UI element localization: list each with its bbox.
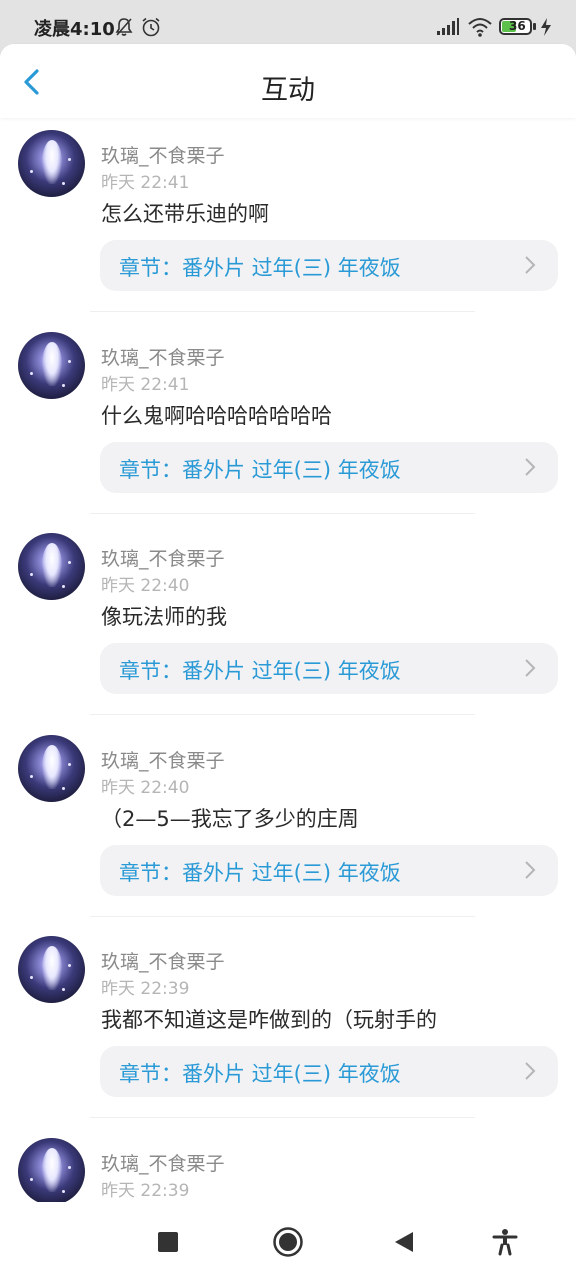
comment-text: 什么鬼啊哈哈哈哈哈哈哈 bbox=[101, 404, 332, 428]
chevron-right-icon bbox=[525, 659, 536, 677]
chevron-right-icon bbox=[525, 256, 536, 274]
battery-icon: 36 bbox=[499, 18, 532, 35]
comment-text: 像玩法师的我 bbox=[101, 605, 227, 629]
list-item[interactable]: 玖璃_不食栗子 昨天 22:40 像玩法师的我 章节：番外片 过年(三) 年夜饭 bbox=[0, 521, 576, 722]
chapter-link[interactable]: 章节：番外片 过年(三) 年夜饭 bbox=[100, 643, 558, 694]
chapter-label: 章节：番外片 过年(三) 年夜饭 bbox=[119, 256, 401, 280]
list-item[interactable]: 玖璃_不食栗子 昨天 22:39 我都不知道这是咋做到的（玩射手的 章节：番外片… bbox=[0, 924, 576, 1125]
comment-text: （2—5—我忘了多少的庄周 bbox=[101, 807, 359, 831]
list-item[interactable]: 玖璃_不食栗子 昨天 22:41 什么鬼啊哈哈哈哈哈哈哈 章节：番外片 过年(三… bbox=[0, 320, 576, 521]
chapter-link[interactable]: 章节：番外片 过年(三) 年夜饭 bbox=[100, 845, 558, 896]
chapter-label: 章节：番外片 过年(三) 年夜饭 bbox=[119, 1062, 401, 1086]
bell-off-icon bbox=[115, 18, 133, 36]
timestamp: 昨天 22:39 bbox=[101, 979, 190, 999]
timestamp: 昨天 22:41 bbox=[101, 375, 190, 395]
timestamp: 昨天 22:40 bbox=[101, 778, 190, 798]
battery-level: 36 bbox=[509, 19, 526, 33]
chevron-right-icon bbox=[525, 861, 536, 879]
wifi-icon bbox=[468, 18, 492, 37]
chevron-right-icon bbox=[525, 1062, 536, 1080]
accessibility-icon[interactable] bbox=[492, 1228, 518, 1256]
username[interactable]: 玖璃_不食栗子 bbox=[101, 544, 225, 571]
avatar[interactable] bbox=[18, 533, 85, 600]
avatar[interactable] bbox=[18, 332, 85, 399]
comment-text: 怎么还带乐迪的啊 bbox=[101, 202, 269, 226]
avatar[interactable] bbox=[18, 130, 85, 197]
chapter-label: 章节：番外片 过年(三) 年夜饭 bbox=[119, 861, 401, 885]
page-title: 互动 bbox=[261, 75, 315, 106]
divider bbox=[90, 1117, 475, 1118]
divider bbox=[90, 311, 475, 312]
username[interactable]: 玖璃_不食栗子 bbox=[101, 343, 225, 370]
divider bbox=[90, 513, 475, 514]
back-triangle-icon[interactable] bbox=[393, 1230, 415, 1254]
chapter-label: 章节：番外片 过年(三) 年夜饭 bbox=[119, 458, 401, 482]
list-item[interactable]: 玖璃_不食栗子 昨天 22:41 怎么还带乐迪的啊 章节：番外片 过年(三) 年… bbox=[0, 118, 576, 319]
navigation-bar bbox=[0, 1202, 576, 1280]
divider bbox=[90, 916, 475, 917]
home-circle-icon[interactable] bbox=[272, 1226, 304, 1258]
timestamp: 昨天 22:40 bbox=[101, 576, 190, 596]
chevron-right-icon bbox=[525, 458, 536, 476]
chapter-label: 章节：番外片 过年(三) 年夜饭 bbox=[119, 659, 401, 683]
battery-tip bbox=[533, 23, 536, 30]
username[interactable]: 玖璃_不食栗子 bbox=[101, 947, 225, 974]
avatar[interactable] bbox=[18, 735, 85, 802]
recents-square-icon[interactable] bbox=[157, 1231, 179, 1253]
chapter-link[interactable]: 章节：番外片 过年(三) 年夜饭 bbox=[100, 442, 558, 493]
charging-bolt-icon bbox=[541, 18, 551, 36]
chapter-link[interactable]: 章节：番外片 过年(三) 年夜饭 bbox=[100, 240, 558, 291]
signal-icon bbox=[437, 18, 459, 35]
avatar[interactable] bbox=[18, 1138, 85, 1202]
header: 互动 bbox=[0, 44, 576, 118]
chapter-link[interactable]: 章节：番外片 过年(三) 年夜饭 bbox=[100, 1046, 558, 1097]
alarm-clock-icon bbox=[142, 17, 160, 37]
comment-text: 我都不知道这是咋做到的（玩射手的 bbox=[101, 1008, 437, 1032]
timestamp: 昨天 22:41 bbox=[101, 173, 190, 193]
list-item[interactable]: 玖璃_不食栗子 昨天 22:40 （2—5—我忘了多少的庄周 章节：番外片 过年… bbox=[0, 723, 576, 924]
timestamp: 昨天 22:39 bbox=[101, 1181, 190, 1201]
divider bbox=[90, 714, 475, 715]
username[interactable]: 玖璃_不食栗子 bbox=[101, 1149, 225, 1176]
avatar[interactable] bbox=[18, 936, 85, 1003]
username[interactable]: 玖璃_不食栗子 bbox=[101, 141, 225, 168]
list-item[interactable]: 玖璃_不食栗子 昨天 22:39 bbox=[0, 1126, 576, 1202]
status-time: 凌晨4:10 bbox=[34, 19, 115, 40]
username[interactable]: 玖璃_不食栗子 bbox=[101, 746, 225, 773]
